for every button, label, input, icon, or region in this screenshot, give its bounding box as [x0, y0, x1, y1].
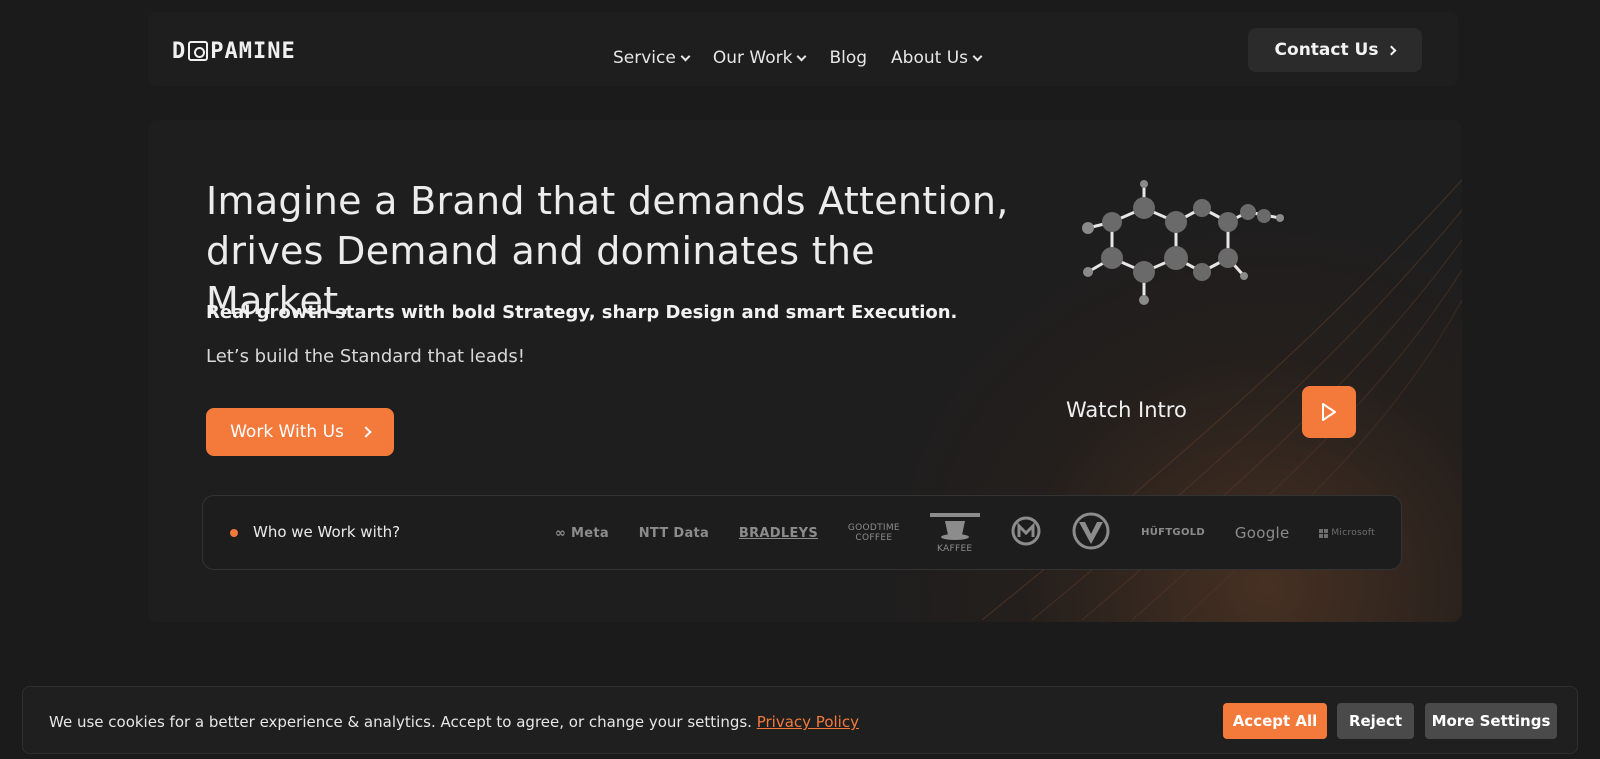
nav-our-work-label: Our Work: [712, 48, 793, 68]
nav-blog-label: Blog: [829, 48, 868, 68]
v-shield-logo-icon: [1072, 512, 1110, 550]
nav-service-label: Service: [613, 48, 676, 68]
molecule-illustration: [1082, 180, 1284, 305]
logo-mark-icon: [188, 41, 209, 61]
microsoft-text: Microsoft: [1331, 528, 1375, 538]
bullet-dot-icon: [230, 529, 238, 537]
more-settings-button[interactable]: More Settings: [1425, 703, 1557, 739]
headline-line-1: Imagine a Brand that demands Attention,: [206, 179, 1009, 223]
client-logo-kaffee: KAFFEE: [929, 512, 980, 554]
client-logo-ntt: NTT Data: [638, 525, 710, 541]
logo-text-rest: PAMINE: [210, 38, 296, 64]
work-with-us-button[interactable]: Work With Us: [206, 408, 394, 456]
microsoft-squares-icon: [1319, 528, 1329, 538]
client-logo-goodtime: GOODTIME COFFEE: [848, 523, 900, 543]
client-logo-meta: ∞ Meta: [555, 525, 609, 541]
cookie-banner: We use cookies for a better experience &…: [22, 686, 1578, 754]
client-logo-v: [1071, 512, 1111, 554]
m-circle-logo-icon: [1011, 516, 1040, 546]
coffee-text: COFFEE: [855, 533, 893, 543]
reject-button[interactable]: Reject: [1337, 703, 1414, 739]
client-logo-microsoft: Microsoft: [1319, 528, 1375, 538]
contact-us-button[interactable]: Contact Us: [1248, 28, 1422, 72]
chevron-right-icon: [360, 426, 372, 438]
nav-service[interactable]: Service: [613, 48, 691, 68]
hero-tagline: Let’s build the Standard that leads!: [206, 346, 525, 367]
cookie-text: We use cookies for a better experience &…: [49, 713, 859, 731]
work-with-us-label: Work With Us: [230, 422, 344, 442]
watch-intro-label: Watch Intro: [1066, 398, 1187, 422]
nav-blog[interactable]: Blog: [829, 48, 867, 68]
client-meta-text: Meta: [570, 525, 609, 541]
clients-strip: Who we Work with? ∞ Meta NTT Data BRADLE…: [202, 495, 1402, 570]
goodtime-text: GOODTIME: [847, 523, 900, 533]
play-button[interactable]: [1302, 386, 1356, 438]
client-logo-bradleys: BRADLEYS: [738, 525, 819, 541]
brand-logo[interactable]: D PAMINE: [172, 38, 296, 64]
client-logo-google: Google: [1234, 524, 1290, 542]
nav-our-work[interactable]: Our Work: [712, 48, 807, 68]
chevron-down-icon: [972, 51, 983, 61]
client-logos: ∞ Meta NTT Data BRADLEYS GOODTIME COFFEE…: [555, 510, 1375, 556]
hero-subline: Real growth starts with bold Strategy, s…: [206, 302, 958, 323]
client-logo-m-circle: [1010, 515, 1042, 551]
kaffee-text: KAFFEE: [936, 543, 973, 554]
navbar: D PAMINE Service Our Work Blog About Us …: [148, 12, 1458, 86]
hero-section: Imagine a Brand that demands Attention, …: [148, 120, 1462, 622]
play-icon: [1322, 403, 1336, 421]
cup-icon: [929, 512, 980, 540]
clients-label: Who we Work with?: [253, 523, 401, 541]
contact-us-label: Contact Us: [1274, 40, 1379, 60]
logo-text: D: [172, 38, 187, 64]
client-logo-huftgold: HÜFTGOLD: [1141, 527, 1206, 538]
nav-about-us[interactable]: About Us: [891, 48, 983, 68]
cookie-message: We use cookies for a better experience &…: [49, 713, 752, 731]
chevron-down-icon: [680, 51, 691, 61]
chevron-down-icon: [797, 51, 807, 61]
chevron-right-icon: [1387, 45, 1397, 55]
accept-all-button[interactable]: Accept All: [1223, 703, 1327, 739]
nav-about-us-label: About Us: [891, 48, 968, 68]
privacy-policy-link[interactable]: Privacy Policy: [757, 713, 859, 731]
main-nav: Service Our Work Blog About Us: [613, 48, 983, 68]
watch-intro[interactable]: Watch Intro: [1030, 360, 1400, 456]
